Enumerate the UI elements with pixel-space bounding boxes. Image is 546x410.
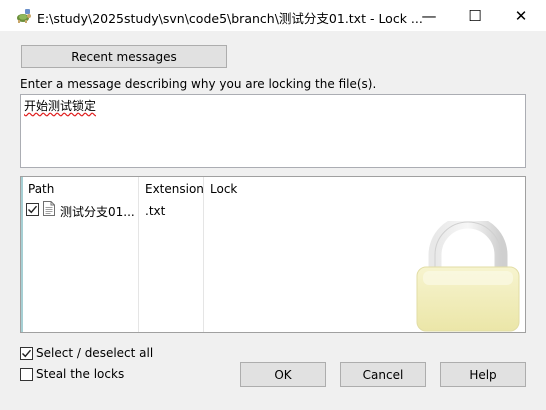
help-button-label: Help <box>469 367 497 382</box>
padlock-icon <box>416 221 520 332</box>
file-extension-cell: .txt <box>145 204 166 218</box>
cancel-button-label: Cancel <box>362 367 404 382</box>
select-all-label[interactable]: Select / deselect all <box>36 346 153 360</box>
file-list[interactable]: Path Extension Lock 测试分支01... .txt <box>20 176 526 333</box>
checkmark-icon <box>28 205 38 214</box>
row-checkbox[interactable] <box>26 203 39 216</box>
ok-button-label: OK <box>274 367 292 382</box>
minimize-button[interactable]: — <box>406 0 452 31</box>
help-button[interactable]: Help <box>440 362 526 387</box>
recent-messages-button[interactable]: Recent messages <box>21 45 227 68</box>
list-left-accent <box>21 177 23 332</box>
document-icon <box>43 201 55 216</box>
message-prompt-label: Enter a message describing why you are l… <box>20 77 377 91</box>
window-title: E:\study\2025study\svn\code5\branch\测试分支… <box>37 11 423 26</box>
lock-message-text: 开始测试锁定 <box>24 99 97 113</box>
maximize-button[interactable]: ☐ <box>452 0 498 31</box>
cancel-button[interactable]: Cancel <box>340 362 426 387</box>
tortoise-icon <box>17 9 31 23</box>
lock-message-input[interactable]: 开始测试锁定 <box>20 94 526 168</box>
select-all-checkbox[interactable] <box>20 347 33 360</box>
steal-locks-checkbox[interactable] <box>20 368 33 381</box>
column-divider[interactable] <box>138 177 139 332</box>
file-name-cell[interactable]: 测试分支01... <box>60 203 135 220</box>
close-button[interactable]: ✕ <box>498 0 544 31</box>
column-header-extension[interactable]: Extension <box>145 182 204 196</box>
column-divider[interactable] <box>203 177 204 332</box>
column-header-path[interactable]: Path <box>28 182 54 196</box>
column-header-lock[interactable]: Lock <box>210 182 237 196</box>
steal-locks-label[interactable]: Steal the locks <box>36 367 124 381</box>
ok-button[interactable]: OK <box>240 362 326 387</box>
checkmark-icon <box>22 349 32 358</box>
recent-messages-label: Recent messages <box>71 49 177 64</box>
